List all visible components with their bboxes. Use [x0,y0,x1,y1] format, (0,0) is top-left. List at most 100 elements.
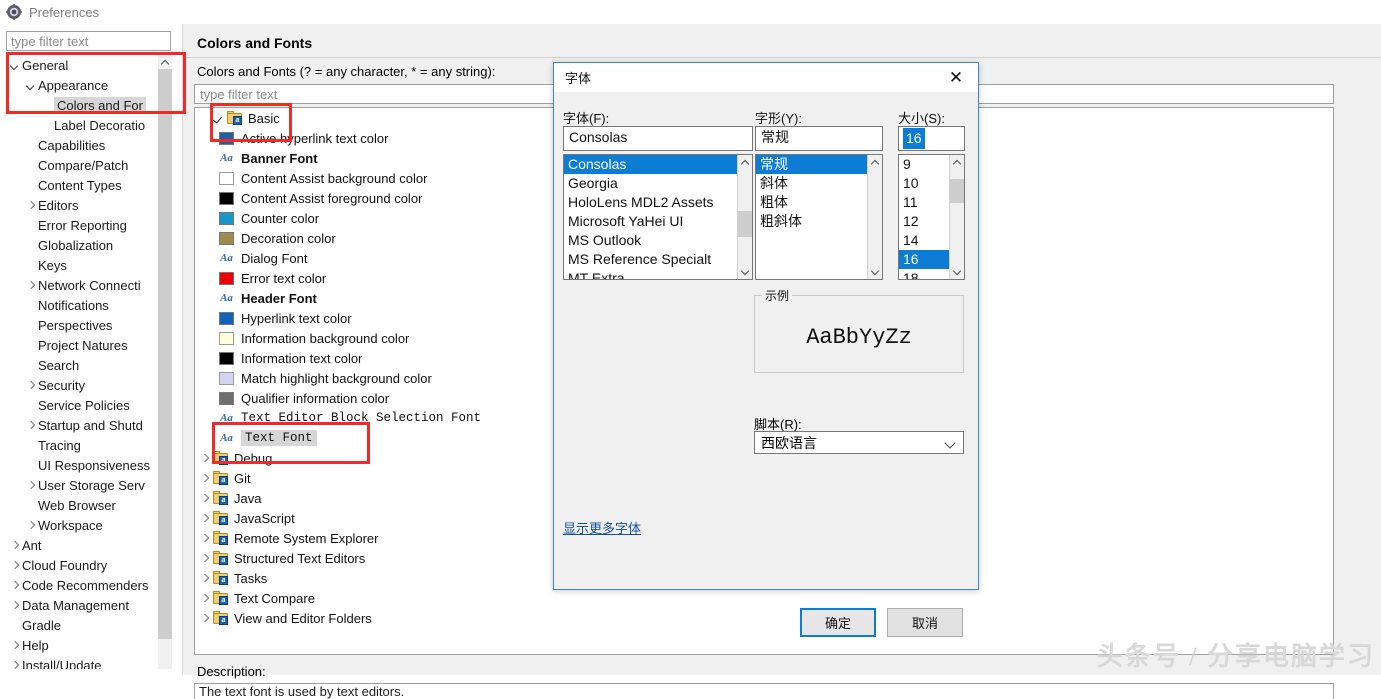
sidebar-item-project-natures[interactable]: Project Natures [5,335,172,355]
chevron-right-icon[interactable] [9,540,20,551]
colors-fonts-row[interactable]: a View and Editor Folders [195,608,1333,628]
sidebar-scrollbar[interactable] [158,55,172,669]
list-option[interactable]: HoloLens MDL2 Assets [564,193,752,212]
sidebar-item-tracing[interactable]: Tracing [5,435,172,455]
scroll-up-icon[interactable] [868,155,882,170]
size-list-scrollbar[interactable] [949,155,964,279]
font-family-input[interactable]: Consolas [563,126,753,151]
font-style-input[interactable]: 常规 [755,126,883,151]
colors-fonts-row-label: Error text color [241,270,327,286]
sidebar-item-perspectives[interactable]: Perspectives [5,315,172,335]
chevron-right-icon[interactable] [199,472,212,485]
font-list-scrollbar[interactable] [737,155,752,279]
scroll-up-icon[interactable] [950,155,964,170]
show-more-fonts-link[interactable]: 显示更多字体 [563,518,641,537]
color-swatch-icon [219,391,234,405]
sidebar-item-ui-responsiveness[interactable]: UI Responsiveness [5,455,172,475]
sidebar-item-keys[interactable]: Keys [5,255,172,275]
sidebar-item-workspace[interactable]: Workspace [5,515,172,535]
chevron-right-icon[interactable] [25,280,36,291]
sidebar-item-data-management[interactable]: Data Management [5,595,172,615]
colors-fonts-row[interactable]: a Text Compare [195,588,1333,608]
ok-button[interactable]: 确定 [800,608,876,637]
chevron-right-icon[interactable] [9,580,20,591]
style-list-scrollbar[interactable] [867,155,882,279]
chevron-down-icon[interactable] [25,80,36,91]
list-option[interactable]: 粗斜体 [756,212,882,231]
scrollbar-thumb[interactable] [950,179,964,203]
font-size-input[interactable]: 16 [898,126,965,151]
sidebar-item-capabilities[interactable]: Capabilities [5,135,172,155]
chevron-right-icon[interactable] [25,420,36,431]
script-select[interactable]: 西欧语言 [754,431,964,454]
sidebar-item-error-reporting[interactable]: Error Reporting [5,215,172,235]
sidebar-item-gradle[interactable]: Gradle [5,615,172,635]
sidebar-filter-input[interactable]: type filter text [6,31,171,51]
list-option[interactable]: Georgia [564,174,752,193]
list-option[interactable]: 常规 [756,155,882,174]
chevron-right-icon[interactable] [25,380,36,391]
chevron-right-icon[interactable] [25,480,36,491]
sidebar-item-globalization[interactable]: Globalization [5,235,172,255]
chevron-down-icon[interactable] [9,60,20,71]
sidebar-item-label-decoratio[interactable]: Label Decoratio [5,115,172,135]
list-option[interactable]: 粗体 [756,193,882,212]
scrollbar-thumb[interactable] [738,211,752,237]
chevron-right-icon[interactable] [199,532,212,545]
list-option[interactable]: MS Outlook [564,231,752,250]
scrollbar-thumb[interactable] [158,69,172,639]
sidebar-tree[interactable]: General Appearance Colors and For Label Dec… [5,55,172,669]
sidebar-item-label: Content Types [38,177,122,193]
sidebar-item-help[interactable]: Help [5,635,172,655]
chevron-right-icon[interactable] [199,452,212,465]
chevron-right-icon[interactable] [9,660,20,670]
font-style-list[interactable]: 常规 斜体 粗体 粗斜体 [755,154,883,280]
chevron-right-icon[interactable] [9,600,20,611]
sidebar-item-content-types[interactable]: Content Types [5,175,172,195]
list-option[interactable]: Microsoft YaHei UI [564,212,752,231]
scroll-up-icon[interactable] [158,55,172,69]
chevron-right-icon[interactable] [199,612,212,625]
chevron-right-icon[interactable] [25,200,36,211]
sidebar-item-compare-patch[interactable]: Compare/Patch [5,155,172,175]
sidebar-item-search[interactable]: Search [5,355,172,375]
chevron-right-icon[interactable] [199,572,212,585]
chevron-right-icon[interactable] [199,592,212,605]
sidebar-item-network-connecti[interactable]: Network Connecti [5,275,172,295]
sidebar-item-editors[interactable]: Editors [5,195,172,215]
chevron-right-icon[interactable] [199,492,212,505]
scroll-down-icon[interactable] [738,264,752,279]
sidebar-item-appearance[interactable]: Appearance [5,75,172,95]
scroll-up-icon[interactable] [738,155,752,170]
sidebar-item-label: Network Connecti [38,277,141,293]
sidebar-item-user-storage-serv[interactable]: User Storage Serv [5,475,172,495]
chevron-right-icon[interactable] [199,512,212,525]
sidebar-item-ant[interactable]: Ant [5,535,172,555]
list-option[interactable]: 斜体 [756,174,882,193]
sidebar-item-web-browser[interactable]: Web Browser [5,495,172,515]
font-family-list[interactable]: Consolas Georgia HoloLens MDL2 Assets Micro… [563,154,753,280]
sidebar-item-service-policies[interactable]: Service Policies [5,395,172,415]
cancel-button[interactable]: 取消 [887,608,963,637]
close-icon[interactable]: ✕ [934,63,978,92]
list-option[interactable]: MT Extra [564,269,752,279]
sidebar-item-notifications[interactable]: Notifications [5,295,172,315]
sidebar-item-general[interactable]: General [5,55,172,75]
sidebar-item-cloud-foundry[interactable]: Cloud Foundry [5,555,172,575]
font-size-list[interactable]: 9 10 11 12 14 16 18 [898,154,965,280]
sidebar-item-code-recommenders[interactable]: Code Recommenders [5,575,172,595]
sidebar-item-colors-and-for[interactable]: Colors and For [5,95,172,115]
list-option[interactable]: MS Reference Specialt [564,250,752,269]
chevron-right-icon[interactable] [199,552,212,565]
sidebar-item-startup-and-shutd[interactable]: Startup and Shutd [5,415,172,435]
chevron-right-icon[interactable] [25,520,36,531]
sidebar-item-install-update[interactable]: Install/Update [5,655,172,670]
chevron-right-icon[interactable] [9,640,20,651]
scroll-down-icon[interactable] [950,264,964,279]
list-option[interactable]: Consolas [564,155,752,174]
sidebar-item-security[interactable]: Security [5,375,172,395]
scroll-down-icon[interactable] [868,264,882,279]
checkmark-icon[interactable] [213,112,226,125]
chevron-right-icon[interactable] [9,560,20,571]
